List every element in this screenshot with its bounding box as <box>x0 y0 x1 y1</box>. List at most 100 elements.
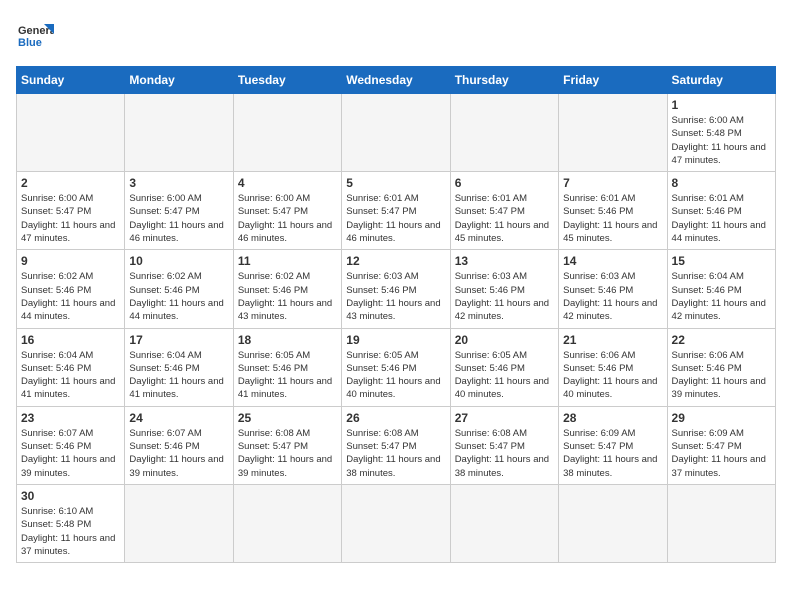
calendar-day: 15 Sunrise: 6:04 AMSunset: 5:46 PMDayligh… <box>667 250 775 328</box>
day-number: 24 <box>129 411 228 425</box>
calendar-day: 13 Sunrise: 6:03 AMSunset: 5:46 PMDayligh… <box>450 250 558 328</box>
weekday-header-saturday: Saturday <box>667 67 775 94</box>
page-header: General Blue <box>16 16 776 54</box>
calendar-day: 22 Sunrise: 6:06 AMSunset: 5:46 PMDayligh… <box>667 328 775 406</box>
day-number: 15 <box>672 254 771 268</box>
day-number: 9 <box>21 254 120 268</box>
calendar-day: 7 Sunrise: 6:01 AMSunset: 5:46 PMDaylight… <box>559 172 667 250</box>
day-number: 13 <box>455 254 554 268</box>
calendar-week-row: 1 Sunrise: 6:00 AMSunset: 5:48 PMDaylight… <box>17 94 776 172</box>
calendar-day <box>450 94 558 172</box>
day-info: Sunrise: 6:00 AMSunset: 5:48 PMDaylight:… <box>672 114 771 167</box>
calendar-day <box>233 94 341 172</box>
day-number: 5 <box>346 176 445 190</box>
day-number: 14 <box>563 254 662 268</box>
calendar-day: 29 Sunrise: 6:09 AMSunset: 5:47 PMDayligh… <box>667 406 775 484</box>
day-info: Sunrise: 6:06 AMSunset: 5:46 PMDaylight:… <box>563 349 662 402</box>
calendar-day <box>559 94 667 172</box>
day-info: Sunrise: 6:05 AMSunset: 5:46 PMDaylight:… <box>238 349 337 402</box>
day-number: 2 <box>21 176 120 190</box>
day-info: Sunrise: 6:10 AMSunset: 5:48 PMDaylight:… <box>21 505 120 558</box>
day-number: 27 <box>455 411 554 425</box>
weekday-header-wednesday: Wednesday <box>342 67 450 94</box>
weekday-header-tuesday: Tuesday <box>233 67 341 94</box>
calendar-day: 9 Sunrise: 6:02 AMSunset: 5:46 PMDaylight… <box>17 250 125 328</box>
day-info: Sunrise: 6:04 AMSunset: 5:46 PMDaylight:… <box>21 349 120 402</box>
day-number: 8 <box>672 176 771 190</box>
calendar-day: 23Sunrise: 6:07 AMSunset: 5:46 PMDayligh… <box>17 406 125 484</box>
calendar-day: 17Sunrise: 6:04 AMSunset: 5:46 PMDayligh… <box>125 328 233 406</box>
calendar-day: 25Sunrise: 6:08 AMSunset: 5:47 PMDayligh… <box>233 406 341 484</box>
day-number: 26 <box>346 411 445 425</box>
calendar-day: 12 Sunrise: 6:03 AMSunset: 5:46 PMDayligh… <box>342 250 450 328</box>
calendar-day: 4 Sunrise: 6:00 AMSunset: 5:47 PMDaylight… <box>233 172 341 250</box>
calendar-day <box>342 94 450 172</box>
day-info: Sunrise: 6:00 AMSunset: 5:47 PMDaylight:… <box>238 192 337 245</box>
day-info: Sunrise: 6:01 AMSunset: 5:47 PMDaylight:… <box>346 192 445 245</box>
day-info: Sunrise: 6:05 AMSunset: 5:46 PMDaylight:… <box>346 349 445 402</box>
calendar-day: 6 Sunrise: 6:01 AMSunset: 5:47 PMDaylight… <box>450 172 558 250</box>
day-info: Sunrise: 6:03 AMSunset: 5:46 PMDaylight:… <box>346 270 445 323</box>
day-number: 23 <box>21 411 120 425</box>
weekday-header-sunday: Sunday <box>17 67 125 94</box>
day-info: Sunrise: 6:03 AMSunset: 5:46 PMDaylight:… <box>455 270 554 323</box>
calendar-day: 10Sunrise: 6:02 AMSunset: 5:46 PMDayligh… <box>125 250 233 328</box>
calendar-day: 28Sunrise: 6:09 AMSunset: 5:47 PMDayligh… <box>559 406 667 484</box>
day-info: Sunrise: 6:08 AMSunset: 5:47 PMDaylight:… <box>455 427 554 480</box>
calendar-day: 3Sunrise: 6:00 AMSunset: 5:47 PMDaylight… <box>125 172 233 250</box>
calendar-day <box>125 484 233 562</box>
day-info: Sunrise: 6:03 AMSunset: 5:46 PMDaylight:… <box>563 270 662 323</box>
calendar-day: 26 Sunrise: 6:08 AMSunset: 5:47 PMDayligh… <box>342 406 450 484</box>
calendar-day: 24 Sunrise: 6:07 AMSunset: 5:46 PMDayligh… <box>125 406 233 484</box>
day-number: 29 <box>672 411 771 425</box>
calendar-week-row: 16 Sunrise: 6:04 AMSunset: 5:46 PMDayligh… <box>17 328 776 406</box>
calendar-day <box>233 484 341 562</box>
calendar-day: 30 Sunrise: 6:10 AMSunset: 5:48 PMDayligh… <box>17 484 125 562</box>
calendar-day: 8 Sunrise: 6:01 AMSunset: 5:46 PMDaylight… <box>667 172 775 250</box>
calendar-day: 27 Sunrise: 6:08 AMSunset: 5:47 PMDayligh… <box>450 406 558 484</box>
day-info: Sunrise: 6:09 AMSunset: 5:47 PMDaylight:… <box>672 427 771 480</box>
day-info: Sunrise: 6:01 AMSunset: 5:46 PMDaylight:… <box>563 192 662 245</box>
calendar-day: 19Sunrise: 6:05 AMSunset: 5:46 PMDayligh… <box>342 328 450 406</box>
calendar-day: 2Sunrise: 6:00 AMSunset: 5:47 PMDaylight… <box>17 172 125 250</box>
day-number: 12 <box>346 254 445 268</box>
calendar-day: 11 Sunrise: 6:02 AMSunset: 5:46 PMDayligh… <box>233 250 341 328</box>
day-info: Sunrise: 6:07 AMSunset: 5:46 PMDaylight:… <box>129 427 228 480</box>
day-number: 22 <box>672 333 771 347</box>
calendar-week-row: 30 Sunrise: 6:10 AMSunset: 5:48 PMDayligh… <box>17 484 776 562</box>
day-number: 4 <box>238 176 337 190</box>
day-info: Sunrise: 6:06 AMSunset: 5:46 PMDaylight:… <box>672 349 771 402</box>
calendar-day: 21 Sunrise: 6:06 AMSunset: 5:46 PMDayligh… <box>559 328 667 406</box>
day-info: Sunrise: 6:02 AMSunset: 5:46 PMDaylight:… <box>238 270 337 323</box>
day-number: 1 <box>672 98 771 112</box>
calendar-day: 16 Sunrise: 6:04 AMSunset: 5:46 PMDayligh… <box>17 328 125 406</box>
day-info: Sunrise: 6:08 AMSunset: 5:47 PMDaylight:… <box>346 427 445 480</box>
day-number: 21 <box>563 333 662 347</box>
logo: General Blue <box>16 16 54 54</box>
day-number: 11 <box>238 254 337 268</box>
day-info: Sunrise: 6:05 AMSunset: 5:46 PMDaylight:… <box>455 349 554 402</box>
day-info: Sunrise: 6:09 AMSunset: 5:47 PMDaylight:… <box>563 427 662 480</box>
day-info: Sunrise: 6:02 AMSunset: 5:46 PMDaylight:… <box>129 270 228 323</box>
weekday-header-thursday: Thursday <box>450 67 558 94</box>
day-info: Sunrise: 6:01 AMSunset: 5:46 PMDaylight:… <box>672 192 771 245</box>
day-number: 6 <box>455 176 554 190</box>
calendar-week-row: 2 Sunrise: 6:00 AMSunset: 5:47 PMDaylight… <box>17 172 776 250</box>
calendar-day <box>450 484 558 562</box>
calendar-day <box>17 94 125 172</box>
day-number: 30 <box>21 489 120 503</box>
day-number: 7 <box>563 176 662 190</box>
weekday-header-monday: Monday <box>125 67 233 94</box>
calendar-day <box>667 484 775 562</box>
calendar-day: 18 Sunrise: 6:05 AMSunset: 5:46 PMDayligh… <box>233 328 341 406</box>
day-info: Sunrise: 6:01 AMSunset: 5:47 PMDaylight:… <box>455 192 554 245</box>
logo-icon: General Blue <box>16 16 54 54</box>
day-number: 18 <box>238 333 337 347</box>
day-info: Sunrise: 6:04 AMSunset: 5:46 PMDaylight:… <box>672 270 771 323</box>
day-number: 16 <box>21 333 120 347</box>
calendar-day <box>559 484 667 562</box>
calendar-day <box>342 484 450 562</box>
calendar-week-row: 9 Sunrise: 6:02 AMSunset: 5:46 PMDaylight… <box>17 250 776 328</box>
day-info: Sunrise: 6:08 AMSunset: 5:47 PMDaylight:… <box>238 427 337 480</box>
day-info: Sunrise: 6:02 AMSunset: 5:46 PMDaylight:… <box>21 270 120 323</box>
